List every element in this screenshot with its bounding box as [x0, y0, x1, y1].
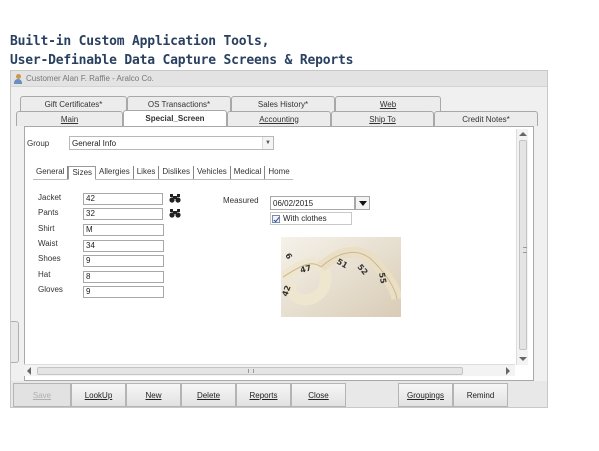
hat-field[interactable]: 8	[83, 271, 164, 283]
subtab-vehicles[interactable]: Vehicles	[194, 166, 231, 179]
measured-date-field[interactable]: 06/02/2015	[270, 196, 355, 210]
customer-window: Customer Alan F. Raffie - Aralco Co. Gif…	[10, 70, 548, 408]
new-button[interactable]: New	[126, 383, 181, 407]
vertical-scroll-thumb[interactable]	[519, 140, 527, 350]
vertical-scrollbar[interactable]	[516, 129, 528, 365]
tab-sales-history[interactable]: Sales History*	[231, 96, 335, 111]
remind-button-label: Remind	[466, 390, 495, 400]
group-select[interactable]: General Info ▼	[69, 136, 274, 150]
headline-line-2: User-Definable Data Capture Screens & Re…	[10, 53, 354, 68]
pants-label: Pants	[38, 208, 59, 217]
close-button[interactable]: Close	[291, 383, 346, 407]
reports-button-label: Reports	[249, 390, 278, 400]
delete-button[interactable]: Delete	[181, 383, 236, 407]
group-label: Group	[27, 139, 50, 148]
headline-line-1: Built-in Custom Application Tools,	[10, 34, 270, 49]
window-title: Customer Alan F. Raffie - Aralco Co.	[26, 74, 154, 83]
scroll-up-icon[interactable]	[519, 132, 527, 136]
scroll-down-icon[interactable]	[519, 357, 527, 361]
horizontal-scroll-thumb[interactable]	[37, 367, 463, 375]
scroll-right-icon[interactable]	[506, 367, 510, 375]
tab-sales-history-label: Sales History*	[257, 99, 309, 109]
tab-credit-notes-label: Credit Notes*	[462, 114, 510, 124]
groupings-button-label: Groupings	[407, 390, 444, 400]
subtab-bar: General Sizes Allergies Likes Dislikes V…	[33, 166, 293, 180]
special-screen-panel: Group General Info ▼ General Sizes Aller…	[24, 126, 534, 381]
subtab-allergies[interactable]: Allergies	[96, 166, 134, 179]
waist-field[interactable]: 34	[83, 240, 164, 252]
tab-ship-to[interactable]: Ship To	[331, 111, 434, 126]
binoculars-icon[interactable]	[169, 193, 181, 203]
tab-accounting-label: Accounting	[259, 114, 299, 124]
reports-button[interactable]: Reports	[236, 383, 291, 407]
tab-web-label: Web	[379, 99, 397, 109]
subtab-home[interactable]: Home	[265, 166, 292, 179]
tab-accounting[interactable]: Accounting	[227, 111, 331, 126]
waist-label: Waist	[38, 239, 58, 248]
tab-gift-certificates-label: Gift Certificates*	[44, 99, 103, 109]
tab-gift-certificates[interactable]: Gift Certificates*	[20, 96, 127, 111]
tab-special-screen-label: Special_Screen	[145, 114, 205, 123]
save-button[interactable]: Save	[13, 383, 71, 407]
side-panel-handle[interactable]	[11, 321, 19, 363]
group-select-value: General Info	[72, 139, 117, 148]
tab-os-transactions-label: OS Transactions*	[147, 99, 211, 109]
button-bar: Save LookUp New Delete Reports Close Gro…	[11, 381, 547, 407]
new-button-label: New	[145, 390, 162, 400]
tab-credit-notes[interactable]: Credit Notes*	[434, 111, 538, 126]
tab-web[interactable]: Web	[335, 96, 441, 111]
tab-main[interactable]: Main	[16, 111, 123, 126]
jacket-label: Jacket	[38, 193, 62, 202]
subtab-likes[interactable]: Likes	[134, 166, 160, 179]
jacket-field[interactable]: 42	[83, 193, 163, 205]
close-button-label: Close	[308, 390, 329, 400]
shoes-field[interactable]: 9	[83, 255, 164, 267]
with-clothes-label: With clothes	[283, 214, 327, 223]
shirt-label: Shirt	[38, 224, 55, 233]
subtab-dislikes[interactable]: Dislikes	[159, 166, 194, 179]
delete-button-label: Delete	[196, 390, 221, 400]
gloves-field[interactable]: 9	[83, 286, 164, 298]
with-clothes-checkbox[interactable]: With clothes	[270, 212, 352, 225]
tab-special-screen[interactable]: Special_Screen	[123, 110, 227, 126]
tab-main-label: Main	[60, 114, 79, 124]
subtab-medical[interactable]: Medical	[231, 166, 266, 179]
lookup-button-label: LookUp	[84, 390, 113, 400]
horizontal-scrollbar[interactable]	[24, 364, 515, 376]
checkbox-icon[interactable]	[272, 214, 280, 223]
groupings-button[interactable]: Groupings	[398, 383, 453, 407]
chevron-down-icon[interactable]: ▼	[262, 137, 273, 149]
shirt-field[interactable]: M	[83, 224, 164, 236]
date-dropdown-icon[interactable]	[355, 196, 370, 210]
scroll-left-icon[interactable]	[27, 367, 31, 375]
headline: Built-in Custom Application Tools, User-…	[10, 32, 353, 70]
tab-ship-to-label: Ship To	[369, 114, 396, 124]
window-titlebar: Customer Alan F. Raffie - Aralco Co.	[11, 71, 547, 87]
measuring-tape-image: 47 51 52 55 42 6	[281, 237, 401, 317]
hat-label: Hat	[38, 270, 51, 279]
shoes-label: Shoes	[38, 254, 61, 263]
subtab-general[interactable]: General	[33, 166, 69, 179]
remind-button[interactable]: Remind	[453, 383, 508, 407]
gloves-label: Gloves	[38, 285, 63, 294]
person-icon	[13, 73, 23, 84]
save-button-label: Save	[32, 390, 52, 400]
binoculars-icon[interactable]	[169, 208, 181, 218]
measured-label: Measured	[223, 196, 259, 205]
lookup-button[interactable]: LookUp	[71, 383, 126, 407]
tab-os-transactions[interactable]: OS Transactions*	[127, 96, 231, 111]
subtab-sizes[interactable]: Sizes	[68, 166, 97, 180]
pants-field[interactable]: 32	[83, 208, 163, 220]
